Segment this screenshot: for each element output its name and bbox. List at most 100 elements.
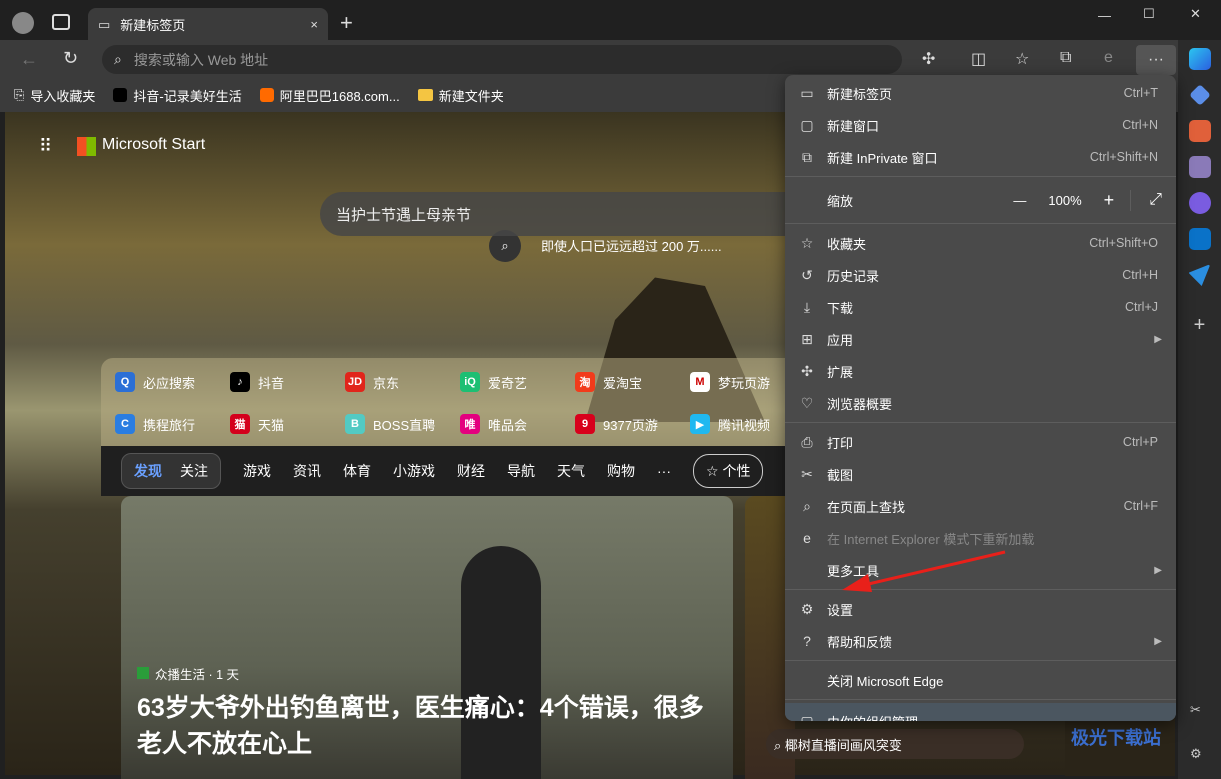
split-screen-icon[interactable]: ◫ xyxy=(971,49,986,69)
favorites-icon[interactable]: ☆ xyxy=(1015,49,1029,69)
menu-item[interactable]: ▢ 由你的组织管理 xyxy=(785,703,1176,721)
maximize-button[interactable]: ☐ xyxy=(1143,6,1155,22)
quick-link[interactable]: ♪ 抖音 xyxy=(230,364,345,400)
tab-new-tab[interactable]: ▭ 新建标签页 × xyxy=(88,8,328,41)
quick-link-label: 爱奇艺 xyxy=(488,375,528,391)
news-card[interactable]: 众播生活 · 1 天 63岁大爷外出钓鱼离世，医生痛心：4个错误，很多老人不放在… xyxy=(121,496,733,779)
quick-link-label: 携程旅行 xyxy=(143,417,196,433)
screenshot-sidebar-icon[interactable]: ✂ xyxy=(1190,702,1201,718)
menu-item[interactable]: 更多工具 ▶ xyxy=(785,554,1176,586)
tab-discover[interactable]: 发现 xyxy=(134,461,162,481)
menu-label: 新建窗口 xyxy=(827,118,880,134)
menu-item[interactable]: ⎙ 打印 Ctrl+P xyxy=(785,426,1176,458)
menu-item[interactable]: ⌕ 在页面上查找 Ctrl+F xyxy=(785,490,1176,522)
bookmark-1688[interactable]: 阿里巴巴1688.com... xyxy=(259,86,400,105)
quick-link[interactable]: 9 9377页游 xyxy=(575,406,690,442)
quick-link[interactable]: Q 必应搜索 xyxy=(115,364,230,400)
menu-item[interactable]: ↺ 历史记录 Ctrl+H xyxy=(785,259,1176,291)
bookmark-import[interactable]: ⎘ 导入收藏夹 xyxy=(14,86,95,105)
close-window-button[interactable]: ✕ xyxy=(1190,6,1201,22)
menu-label: 更多工具 xyxy=(827,563,880,579)
menu-item[interactable]: ☆ 收藏夹 Ctrl+Shift+O xyxy=(785,227,1176,259)
bookmark-douyin[interactable]: 抖音-记录美好生活 xyxy=(113,86,242,105)
quick-link-label: 必应搜索 xyxy=(143,375,196,391)
submenu-arrow-icon: ▶ xyxy=(1154,564,1162,576)
nav-sports[interactable]: 体育 xyxy=(343,461,371,481)
close-tab-icon[interactable]: × xyxy=(310,17,318,32)
menu-label: 在 Internet Explorer 模式下重新加载 xyxy=(827,531,1035,547)
quick-link-label: 京东 xyxy=(373,375,400,391)
alibaba-icon xyxy=(259,88,274,102)
refresh-icon[interactable]: ↻ xyxy=(63,48,78,69)
menu-item[interactable]: 关闭 Microsoft Edge xyxy=(785,664,1176,696)
collections-icon[interactable]: ⧉ xyxy=(1060,49,1071,67)
bookmark-folder[interactable]: 新建文件夹 xyxy=(417,86,504,105)
nav-news[interactable]: 资讯 xyxy=(293,461,321,481)
games-icon[interactable] xyxy=(1188,156,1211,178)
nav-weather[interactable]: 天气 xyxy=(557,461,585,481)
zoom-in-button[interactable]: + xyxy=(1104,189,1132,211)
tab-follow[interactable]: 关注 xyxy=(180,461,208,481)
zoom-out-button[interactable]: — xyxy=(1013,193,1026,208)
outlook-icon[interactable] xyxy=(1188,228,1211,250)
profile-avatar[interactable] xyxy=(12,12,34,34)
menu-item[interactable]: ⧉ 新建 InPrivate 窗口 Ctrl+Shift+N xyxy=(785,141,1176,173)
web-search-box[interactable]: 当护士节遇上母亲节 xyxy=(320,192,790,236)
nav-more[interactable]: ··· xyxy=(657,463,671,479)
send-icon[interactable] xyxy=(1188,264,1211,286)
search-hint[interactable]: 即使人口已远远超过 200 万...... xyxy=(541,236,722,255)
apps-grid-icon[interactable]: ⠿ xyxy=(39,136,52,157)
quick-link[interactable]: C 携程旅行 xyxy=(115,406,230,442)
nav-games[interactable]: 游戏 xyxy=(243,461,271,481)
news-headline[interactable]: 63岁大爷外出钓鱼离世，医生痛心：4个错误，很多老人不放在心上 xyxy=(137,690,717,762)
quick-link-icon: Q xyxy=(115,372,135,392)
trending-search-item[interactable]: ⌕ 椰树直播间画风突变 xyxy=(766,729,1024,759)
fullscreen-icon[interactable]: ⤢ xyxy=(1149,191,1162,209)
menu-item[interactable]: ⤓ 下载 Ctrl+J xyxy=(785,291,1176,323)
tools-icon[interactable] xyxy=(1188,120,1211,142)
menu-item-icon: ▢ xyxy=(800,712,814,722)
nav-finance[interactable]: 财经 xyxy=(457,461,485,481)
menu-item[interactable]: ▭ 新建标签页 Ctrl+T xyxy=(785,77,1176,109)
back-icon[interactable]: ← xyxy=(20,49,38,70)
nav-navigation[interactable]: 导航 xyxy=(507,461,535,481)
menu-item[interactable]: ⊞ 应用 ▶ xyxy=(785,323,1176,355)
menu-shortcut: Ctrl+J xyxy=(1125,300,1158,314)
menu-label: 扩展 xyxy=(827,364,854,380)
quick-link[interactable]: 淘爱淘宝 xyxy=(575,364,690,400)
brand-name[interactable]: Microsoft Start xyxy=(102,136,205,154)
watermark-logo: 极光下载站 xyxy=(1065,718,1175,776)
menu-label: 在页面上查找 xyxy=(827,499,906,515)
quick-link-label: 梦玩页游 xyxy=(718,375,771,391)
extensions-icon[interactable]: ✣ xyxy=(922,49,935,69)
menu-item[interactable]: ? 帮助和反馈 ▶ xyxy=(785,625,1176,657)
quick-link[interactable]: 猫天猫 xyxy=(230,406,345,442)
personalize-button[interactable]: ☆ 个性 xyxy=(693,454,764,488)
nav-minigames[interactable]: 小游戏 xyxy=(393,461,435,481)
quick-link[interactable]: iQ 爱奇艺 xyxy=(460,364,575,400)
menu-label: 帮助和反馈 xyxy=(827,634,893,650)
menu-item[interactable]: ▢ 新建窗口 Ctrl+N xyxy=(785,109,1176,141)
quick-link[interactable]: JD 京东 xyxy=(345,364,460,400)
quick-link[interactable]: B BOSS直聘 xyxy=(345,406,460,442)
copilot-icon[interactable] xyxy=(1188,48,1211,70)
add-sidebar-icon[interactable]: + xyxy=(1194,314,1206,337)
quick-link[interactable]: 唯唯品会 xyxy=(460,406,575,442)
menu-item[interactable]: ✂ 截图 xyxy=(785,458,1176,490)
menu-item[interactable]: ⚙ 设置 xyxy=(785,593,1176,625)
menu-item-icon: ⤓ xyxy=(803,298,811,315)
sidebar-settings-icon[interactable]: ⚙ xyxy=(1190,746,1202,762)
shopping-tag-icon[interactable] xyxy=(1188,84,1211,106)
more-menu-button[interactable]: ··· xyxy=(1136,45,1176,75)
address-bar[interactable]: ⌕ 搜索或输入 Web 地址 xyxy=(102,45,902,74)
vertical-tabs-icon[interactable] xyxy=(52,14,70,30)
nav-shopping[interactable]: 购物 xyxy=(607,461,635,481)
menu-item[interactable]: ✣ 扩展 xyxy=(785,355,1176,387)
new-tab-button[interactable]: + xyxy=(340,10,353,36)
ie-mode-icon[interactable]: e xyxy=(1104,49,1113,67)
menu-item[interactable]: ♡ 浏览器概要 xyxy=(785,387,1176,419)
minimize-button[interactable]: — xyxy=(1098,8,1111,23)
address-placeholder: 搜索或输入 Web 地址 xyxy=(133,51,269,68)
m365-icon[interactable] xyxy=(1188,192,1211,214)
menu-shortcut: Ctrl+P xyxy=(1122,435,1158,449)
